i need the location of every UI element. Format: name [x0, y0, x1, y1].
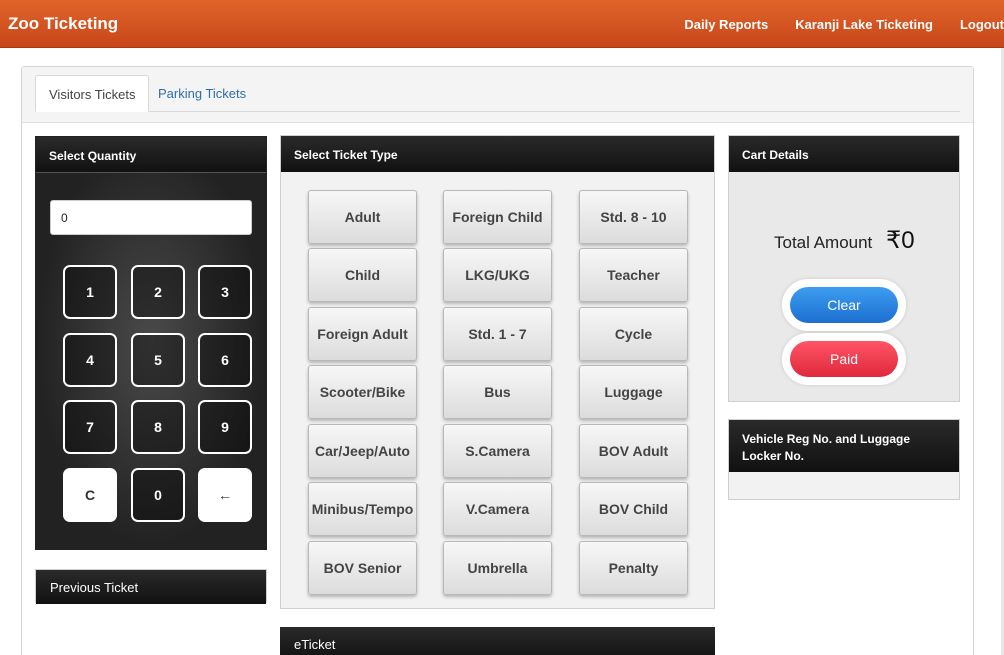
ticket-type-minibus-tempo-button[interactable]: Minibus/Tempo [308, 482, 417, 536]
key-3[interactable]: 3 [198, 265, 252, 319]
ticket-type-lkg-ukg-button[interactable]: LKG/UKG [443, 248, 552, 302]
total-amount-label: Total Amount [774, 233, 873, 252]
ticket-type-s-camera-button[interactable]: S.Camera [443, 424, 552, 478]
paid-button[interactable]: Paid [790, 341, 898, 377]
previous-ticket-panel: Previous Ticket [35, 569, 267, 604]
ticket-type-panel: Select Ticket Type Adult Foreign Child Std… [280, 135, 715, 609]
ticket-type-penalty-button[interactable]: Penalty [579, 541, 688, 595]
key-5[interactable]: 5 [131, 333, 185, 387]
ticket-type-scooter-bike-button[interactable]: Scooter/Bike [308, 365, 417, 419]
vehicle-panel: Vehicle Reg No. and Luggage Locker No. [728, 419, 960, 500]
ticket-type-bov-senior-button[interactable]: BOV Senior [308, 541, 417, 595]
ticket-type-foreign-child-button[interactable]: Foreign Child [443, 190, 552, 244]
ticket-type-std-8-10-button[interactable]: Std. 8 - 10 [579, 190, 688, 244]
top-navbar: Zoo Ticketing Daily Reports Karanji Lake… [0, 0, 1004, 48]
nav-daily-reports[interactable]: Daily Reports [684, 17, 768, 32]
cart-panel: Cart Details Total Amount ₹0 Clear Paid [728, 135, 960, 402]
key-0[interactable]: 0 [131, 468, 185, 522]
clear-button-wrap: Clear [782, 279, 906, 331]
ticket-type-car-jeep-auto-button[interactable]: Car/Jeep/Auto [308, 424, 417, 478]
ticket-type-bov-adult-button[interactable]: BOV Adult [579, 424, 688, 478]
nav-logout[interactable]: Logout [960, 17, 1004, 32]
key-2[interactable]: 2 [131, 265, 185, 319]
key-9[interactable]: 9 [198, 400, 252, 454]
key-7[interactable]: 7 [63, 400, 117, 454]
nav-links: Daily Reports Karanji Lake Ticketing Log… [684, 17, 1004, 32]
ticket-type-teacher-button[interactable]: Teacher [579, 248, 688, 302]
app-brand[interactable]: Zoo Ticketing [8, 14, 118, 34]
tab-visitors-tickets[interactable]: Visitors Tickets [35, 75, 150, 112]
ticket-type-luggage-button[interactable]: Luggage [579, 365, 688, 419]
ticket-type-v-camera-button[interactable]: V.Camera [443, 482, 552, 536]
key-4[interactable]: 4 [63, 333, 117, 387]
vehicle-panel-title: Vehicle Reg No. and Luggage Locker No. [729, 420, 959, 472]
key-backspace[interactable]: ← [198, 468, 252, 522]
ticket-type-adult-button[interactable]: Adult [308, 190, 417, 244]
cart-title: Cart Details [729, 136, 959, 172]
ticket-type-cycle-button[interactable]: Cycle [579, 307, 688, 361]
ticket-type-child-button[interactable]: Child [308, 248, 417, 302]
ticket-type-umbrella-button[interactable]: Umbrella [443, 541, 552, 595]
key-6[interactable]: 6 [198, 333, 252, 387]
key-8[interactable]: 8 [131, 400, 185, 454]
total-amount-value: ₹0 [886, 227, 915, 254]
ticket-type-foreign-adult-button[interactable]: Foreign Adult [308, 307, 417, 361]
key-clear[interactable]: C [63, 468, 117, 522]
clear-button[interactable]: Clear [790, 287, 898, 323]
previous-ticket-title: Previous Ticket [36, 570, 266, 604]
paid-button-wrap: Paid [782, 333, 906, 385]
key-1[interactable]: 1 [63, 265, 117, 319]
eticket-panel: eTicket [280, 627, 715, 655]
tabs-bar: Visitors Tickets Parking Tickets [22, 67, 973, 123]
ticket-type-title: Select Ticket Type [281, 136, 714, 172]
quantity-panel: Select Quantity 0 1 2 3 4 5 6 7 8 9 C 0 ← [35, 136, 267, 550]
ticket-type-bus-button[interactable]: Bus [443, 365, 552, 419]
eticket-title: eTicket [280, 627, 715, 655]
quantity-panel-title: Select Quantity [36, 137, 266, 173]
ticket-type-std-1-7-button[interactable]: Std. 1 - 7 [443, 307, 552, 361]
ticket-type-bov-child-button[interactable]: BOV Child [579, 482, 688, 536]
tab-parking-tickets[interactable]: Parking Tickets [145, 75, 259, 112]
nav-karanji-lake[interactable]: Karanji Lake Ticketing [795, 17, 933, 32]
quantity-input[interactable]: 0 [50, 200, 252, 235]
